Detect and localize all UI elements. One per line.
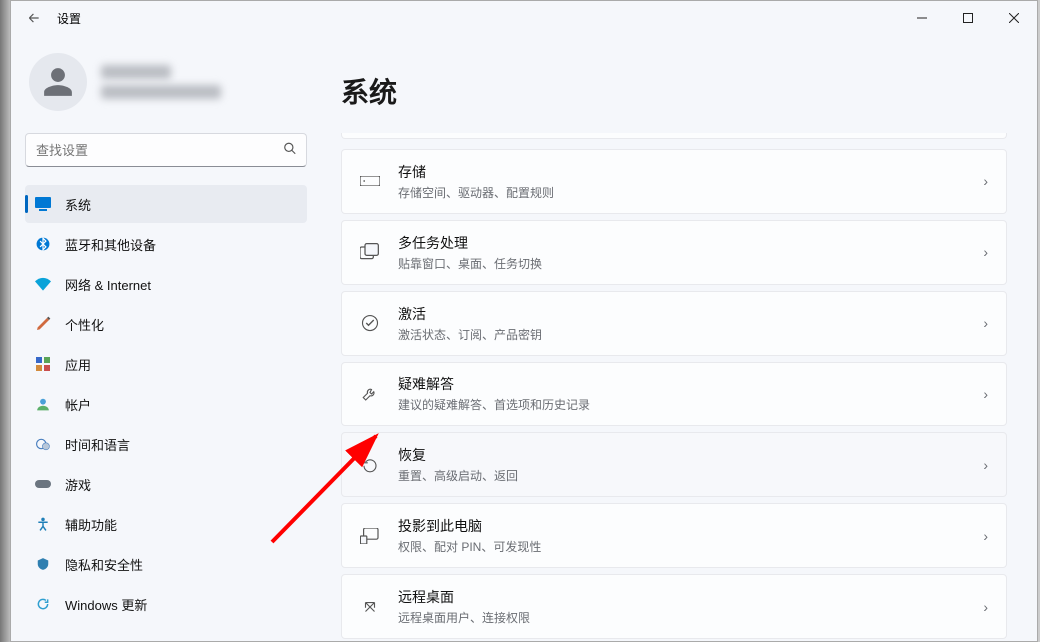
sidebar-item-apps[interactable]: 应用: [25, 345, 307, 383]
titlebar: 设置: [11, 1, 1037, 35]
page-title: 系统: [341, 71, 1007, 111]
sidebar-item-personalization[interactable]: 个性化: [25, 305, 307, 343]
check-circle-icon: [360, 313, 380, 333]
back-button[interactable]: [17, 1, 51, 35]
sidebar-item-privacy[interactable]: 隐私和安全性: [25, 545, 307, 583]
clock-globe-icon: [35, 437, 51, 451]
setting-multitasking[interactable]: 多任务处理 贴靠窗口、桌面、任务切换 ›: [341, 220, 1007, 285]
sidebar-item-label: 蓝牙和其他设备: [65, 235, 156, 254]
setting-projecting[interactable]: 投影到此电脑 权限、配对 PIN、可发现性 ›: [341, 503, 1007, 568]
sidebar-item-accessibility[interactable]: 辅助功能: [25, 505, 307, 543]
remote-icon: [360, 597, 380, 617]
sidebar-item-label: 网络 & Internet: [65, 275, 151, 294]
card-desc: 存储空间、驱动器、配置规则: [398, 184, 965, 201]
sidebar-item-label: 时间和语言: [65, 435, 130, 454]
bluetooth-icon: [35, 237, 51, 251]
chevron-right-icon: ›: [983, 386, 988, 402]
card-title: 远程桌面: [398, 587, 965, 607]
card-desc: 重置、高级启动、返回: [398, 467, 965, 484]
window-title: 设置: [57, 10, 81, 27]
maximize-button[interactable]: [945, 1, 991, 35]
recovery-icon: [360, 455, 380, 475]
chevron-right-icon: ›: [983, 457, 988, 473]
sidebar-item-time-language[interactable]: 时间和语言: [25, 425, 307, 463]
update-icon: [35, 597, 51, 611]
sidebar-item-network[interactable]: 网络 & Internet: [25, 265, 307, 303]
settings-window: 设置: [10, 0, 1038, 642]
setting-troubleshoot[interactable]: 疑难解答 建议的疑难解答、首选项和历史记录 ›: [341, 362, 1007, 427]
chevron-right-icon: ›: [983, 599, 988, 615]
sidebar-item-accounts[interactable]: 帐户: [25, 385, 307, 423]
accessibility-icon: [35, 517, 51, 531]
chevron-right-icon: ›: [983, 528, 988, 544]
card-title: 存储: [398, 162, 965, 182]
minimize-button[interactable]: [899, 1, 945, 35]
sidebar-item-windows-update[interactable]: Windows 更新: [25, 585, 307, 623]
chevron-right-icon: ›: [983, 315, 988, 331]
user-profile[interactable]: [25, 53, 307, 111]
setting-remote-desktop[interactable]: 远程桌面 远程桌面用户、连接权限 ›: [341, 574, 1007, 639]
main-panel: 系统 存储 存储空间、驱动器、配置规则 › 多任务处理 贴靠窗口、桌面、任务切换: [321, 35, 1037, 641]
setting-activation[interactable]: 激活 激活状态、订阅、产品密钥 ›: [341, 291, 1007, 356]
sidebar-item-label: 游戏: [65, 475, 91, 494]
sidebar-item-label: 辅助功能: [65, 515, 117, 534]
card-title: 激活: [398, 304, 965, 324]
settings-list: 存储 存储空间、驱动器、配置规则 › 多任务处理 贴靠窗口、桌面、任务切换 ›: [341, 133, 1007, 641]
close-icon: [1009, 13, 1019, 23]
system-icon: [35, 197, 51, 211]
sidebar-item-label: 系统: [65, 195, 91, 214]
sidebar-item-label: 帐户: [65, 395, 91, 414]
sidebar-item-system[interactable]: 系统: [25, 185, 307, 223]
avatar: [29, 53, 87, 111]
sidebar-item-bluetooth[interactable]: 蓝牙和其他设备: [25, 225, 307, 263]
apps-icon: [35, 357, 51, 371]
back-arrow-icon: [27, 11, 41, 25]
sidebar-item-label: Windows 更新: [65, 595, 147, 614]
wrench-icon: [360, 384, 380, 404]
setting-storage[interactable]: 存储 存储空间、驱动器、配置规则 ›: [341, 149, 1007, 214]
background-edge: [0, 0, 10, 642]
card-title: 投影到此电脑: [398, 516, 965, 536]
content-body: 系统 蓝牙和其他设备 网络 & Internet 个性化 应用: [11, 35, 1037, 641]
card-desc: 远程桌面用户、连接权限: [398, 609, 965, 626]
sidebar-nav: 系统 蓝牙和其他设备 网络 & Internet 个性化 应用: [25, 185, 307, 623]
list-partial-top: [341, 133, 1007, 139]
wifi-icon: [35, 277, 51, 291]
close-button[interactable]: [991, 1, 1037, 35]
sidebar-item-label: 个性化: [65, 315, 104, 334]
search-wrap: [25, 133, 307, 167]
card-desc: 激活状态、订阅、产品密钥: [398, 326, 965, 343]
account-icon: [35, 397, 51, 411]
gamepad-icon: [35, 478, 51, 490]
setting-recovery[interactable]: 恢复 重置、高级启动、返回 ›: [341, 432, 1007, 497]
storage-icon: [360, 171, 380, 191]
brush-icon: [35, 316, 51, 332]
sidebar-item-label: 隐私和安全性: [65, 555, 143, 574]
window-controls: [899, 1, 1037, 35]
card-title: 疑难解答: [398, 374, 965, 394]
card-title: 恢复: [398, 445, 965, 465]
multitasking-icon: [360, 242, 380, 262]
card-desc: 权限、配对 PIN、可发现性: [398, 538, 965, 555]
card-desc: 贴靠窗口、桌面、任务切换: [398, 255, 965, 272]
sidebar-item-gaming[interactable]: 游戏: [25, 465, 307, 503]
search-input[interactable]: [25, 133, 307, 167]
shield-icon: [35, 557, 51, 571]
minimize-icon: [917, 13, 927, 23]
person-icon: [41, 65, 75, 99]
chevron-right-icon: ›: [983, 244, 988, 260]
card-desc: 建议的疑难解答、首选项和历史记录: [398, 396, 965, 413]
user-name-blurred: [101, 65, 221, 99]
sidebar-item-label: 应用: [65, 355, 91, 374]
sidebar: 系统 蓝牙和其他设备 网络 & Internet 个性化 应用: [11, 35, 321, 641]
project-icon: [360, 526, 380, 546]
chevron-right-icon: ›: [983, 173, 988, 189]
card-title: 多任务处理: [398, 233, 965, 253]
maximize-icon: [963, 13, 973, 23]
